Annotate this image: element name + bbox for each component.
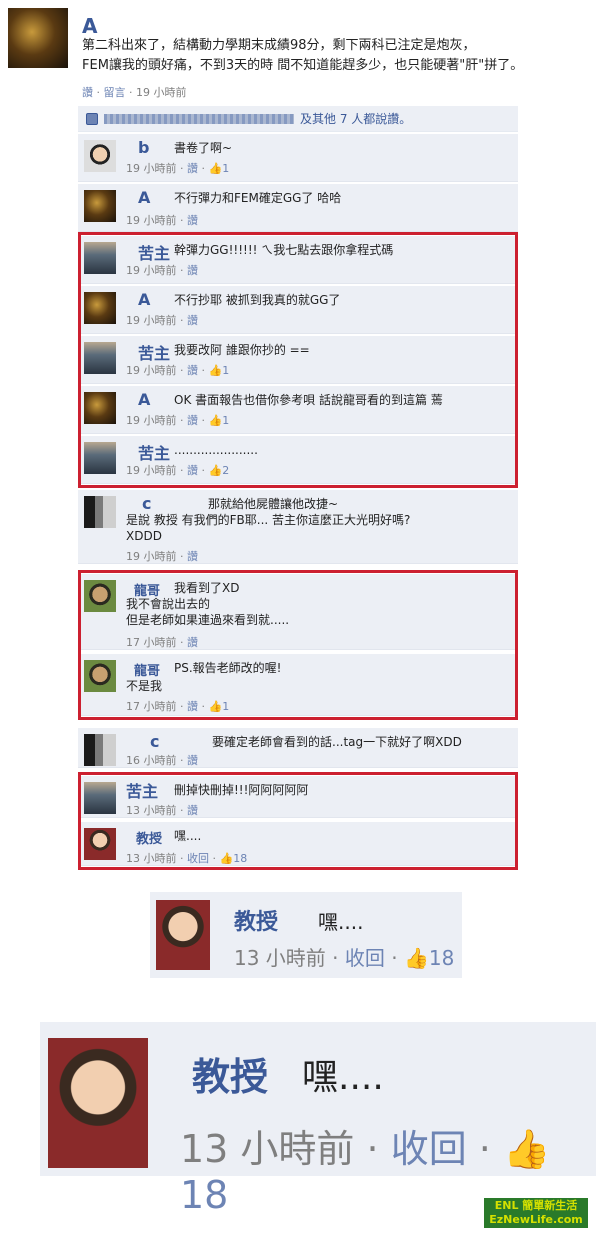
commenter-name[interactable]: c [142, 494, 151, 513]
post-meta: 讚 · 留言 · 19 小時前 [82, 86, 187, 99]
comment-like-link[interactable]: 讚 [187, 550, 198, 563]
commenter-avatar[interactable] [84, 734, 116, 766]
commenter-name: 教授 [192, 1055, 269, 1099]
likes-suffix[interactable]: 及其他 7 人都說讚。 [300, 110, 411, 127]
watermark-line1: ENL 簡單新生活 [494, 1199, 578, 1212]
post-like-link[interactable]: 讚 [82, 86, 93, 99]
thumbs-up-icon: 👍 [403, 946, 429, 970]
commenter-name[interactable]: A [138, 188, 150, 207]
comment-time: 13 小時前 [234, 946, 326, 970]
zoomed-comment: 教授 嘿.... 13 小時前 · 收回 · 👍18 [150, 892, 462, 978]
comment-text: 不行彈力和FEM確定GG了 哈哈 [174, 191, 342, 205]
comment-text-continued: 是說 教授 有我們的FB耶... 苦主你這麼正大光明好嗎? XDDD [126, 513, 411, 543]
thumbs-up-icon [86, 112, 98, 125]
comment-like-link[interactable]: 讚 [187, 754, 198, 767]
comment-like-count: 18 [428, 946, 455, 970]
highlight-box [78, 570, 518, 720]
highlight-box [78, 232, 518, 488]
comment-text: 書卷了啊~ [174, 141, 233, 155]
comment-meta: 16 小時前 · 讚 [126, 754, 198, 767]
comment: c 那就給他屍體讓他改捷~ 是說 教授 有我們的FB耶... 苦主你這麼正大光明… [78, 490, 518, 564]
comment-meta: 19 小時前 · 讚 · 👍1 [126, 162, 230, 175]
comment-time[interactable]: 19 小時前 [126, 162, 177, 175]
comment-unlike-link: 收回 [344, 946, 385, 970]
comment: A 不行彈力和FEM確定GG了 哈哈 19 小時前 · 讚 [78, 184, 518, 232]
comment: b 書卷了啊~ 19 小時前 · 讚 · 👍1 [78, 134, 518, 182]
comment-time: 13 小時前 [180, 1127, 355, 1171]
thumbs-up-icon: 👍 [208, 162, 223, 175]
comment-like-count[interactable]: 1 [222, 162, 229, 175]
commenter-name[interactable]: b [138, 138, 149, 157]
comment-meta: 13 小時前 · 收回 · 👍18 [234, 946, 455, 970]
post-time[interactable]: 19 小時前 [136, 86, 187, 99]
comment-meta: 19 小時前 · 讚 [126, 214, 198, 227]
commenter-name: 教授 [234, 910, 279, 935]
post-comment-link[interactable]: 留言 [104, 86, 126, 99]
comment-text: 要確定老師會看到的話...tag一下就好了啊XDD [212, 735, 462, 749]
comment-unlike-link: 收回 [390, 1127, 467, 1171]
commenter-name[interactable]: c [150, 732, 159, 751]
comment-time[interactable]: 19 小時前 [126, 214, 177, 227]
post-author-avatar[interactable] [8, 8, 68, 68]
comment-time[interactable]: 16 小時前 [126, 754, 177, 767]
commenter-avatar [156, 900, 210, 970]
commenter-avatar[interactable] [84, 190, 116, 222]
zoomed-comment-large: 教授 嘿.... 13 小時前 · 收回 · 👍18 [40, 1022, 596, 1217]
thumbs-up-icon: 👍 [502, 1127, 551, 1171]
comment-text: 嘿.... [318, 910, 364, 934]
comment: c 要確定老師會看到的話...tag一下就好了啊XDD 16 小時前 · 讚 [78, 728, 518, 768]
watermark-logo: ENL 簡單新生活 EzNewLife.com [484, 1198, 588, 1228]
comment-like-link[interactable]: 讚 [187, 214, 198, 227]
likes-bar: 及其他 7 人都說讚。 [78, 106, 518, 132]
comment-meta: 19 小時前 · 讚 [126, 550, 198, 563]
highlight-box [78, 772, 518, 870]
commenter-avatar [48, 1038, 148, 1168]
post-author-name[interactable]: A [82, 14, 97, 38]
comment-text: 嘿.... [302, 1057, 384, 1098]
comment-like-count: 18 [180, 1173, 229, 1217]
post-body: 第二科出來了，結構動力學期末成績98分，剩下兩科已注定是炮灰， FEM讓我的頭好… [82, 38, 524, 73]
commenter-avatar[interactable] [84, 496, 116, 528]
watermark-line2: EzNewLife.com [489, 1213, 583, 1226]
comment-like-link[interactable]: 讚 [187, 162, 198, 175]
commenter-avatar[interactable] [84, 140, 116, 172]
comment-text: 那就給他屍體讓他改捷~ [208, 497, 339, 511]
comment-time[interactable]: 19 小時前 [126, 550, 177, 563]
blurred-names [104, 113, 294, 124]
